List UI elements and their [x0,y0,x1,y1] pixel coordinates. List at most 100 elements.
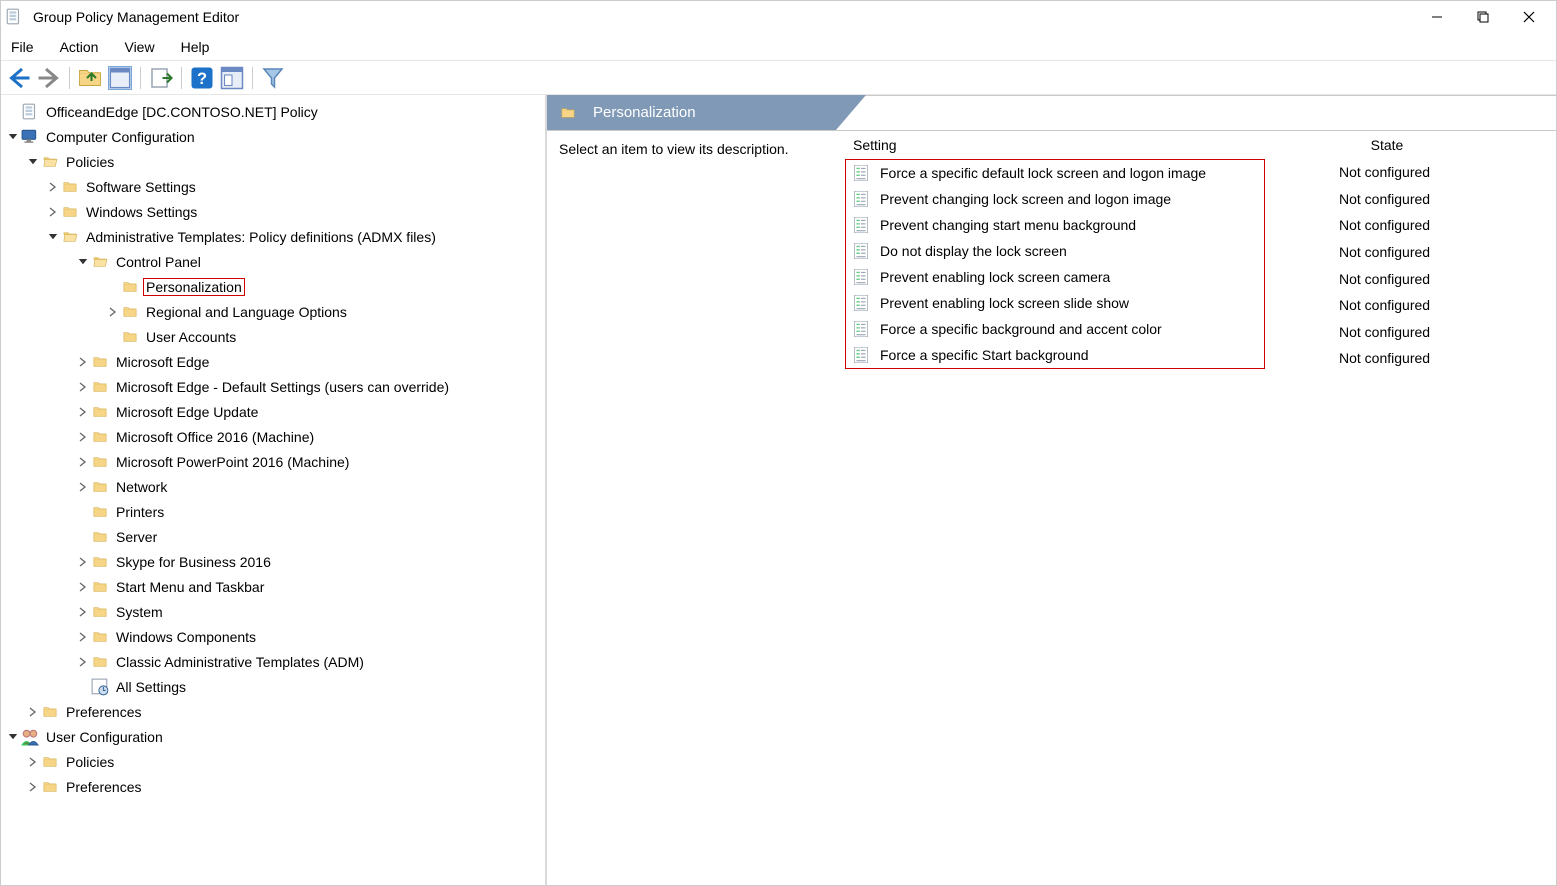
tree-server[interactable]: Server [1,524,545,549]
filter-button[interactable] [261,66,285,90]
tree-all-settings[interactable]: All Settings [1,674,545,699]
show-hide-tree-button[interactable] [108,66,132,90]
folder-icon [91,403,109,421]
chevron-right-icon[interactable] [25,754,41,770]
close-button[interactable] [1506,1,1552,33]
tree-printers[interactable]: Printers [1,499,545,524]
chevron-right-icon[interactable] [75,479,91,495]
chevron-right-icon[interactable] [25,704,41,720]
tree-label: Preferences [63,778,144,796]
tree-classic-adm[interactable]: Classic Administrative Templates (ADM) [1,649,545,674]
chevron-down-icon[interactable] [75,254,91,270]
chevron-down-icon[interactable] [45,229,61,245]
tree-root[interactable]: OfficeandEdge [DC.CONTOSO.NET] Policy [1,99,545,124]
app-icon [5,8,23,26]
setting-name: Prevent enabling lock screen slide show [880,295,1258,311]
column-state[interactable]: State [1327,137,1447,153]
chevron-right-icon[interactable] [75,629,91,645]
tree-software-settings[interactable]: Software Settings [1,174,545,199]
up-button[interactable] [78,66,102,90]
setting-row[interactable]: Force a specific default lock screen and… [846,160,1264,186]
details-header: Personalization [547,95,1556,131]
setting-row[interactable]: Prevent changing start menu background [846,212,1264,238]
tree-edge[interactable]: Microsoft Edge [1,349,545,374]
details-title: Personalization [593,104,696,121]
chevron-right-icon[interactable] [75,604,91,620]
window-button[interactable] [220,66,244,90]
chevron-right-icon[interactable] [75,654,91,670]
policy-icon [852,294,870,312]
chevron-right-icon[interactable] [75,454,91,470]
setting-name: Do not display the lock screen [880,243,1258,259]
tree-network[interactable]: Network [1,474,545,499]
chevron-right-icon[interactable] [75,354,91,370]
tree-ppt-2016[interactable]: Microsoft PowerPoint 2016 (Machine) [1,449,545,474]
tree-skype[interactable]: Skype for Business 2016 [1,549,545,574]
tree-policies[interactable]: Policies [1,149,545,174]
tree-user-policies[interactable]: Policies [1,749,545,774]
tree-preferences[interactable]: Preferences [1,699,545,724]
tree-regional[interactable]: Regional and Language Options [1,299,545,324]
tree-computer-config[interactable]: Computer Configuration [1,124,545,149]
policy-icon [852,268,870,286]
tree-windows-settings[interactable]: Windows Settings [1,199,545,224]
tree-system[interactable]: System [1,599,545,624]
tree-label: System [113,603,166,621]
minimize-button[interactable] [1414,1,1460,33]
tree-label: OfficeandEdge [DC.CONTOSO.NET] Policy [43,103,321,121]
chevron-right-icon[interactable] [105,304,121,320]
export-list-button[interactable] [149,66,173,90]
chevron-right-icon[interactable] [75,404,91,420]
help-button[interactable] [190,66,214,90]
setting-row[interactable]: Force a specific background and accent c… [846,316,1264,342]
tree-control-panel[interactable]: Control Panel [1,249,545,274]
toolbar [1,61,1556,95]
list-header: Setting State [841,131,1556,159]
chevron-down-icon[interactable] [5,129,21,145]
setting-row[interactable]: Prevent changing lock screen and logon i… [846,186,1264,212]
chevron-right-icon[interactable] [45,204,61,220]
setting-row[interactable]: Do not display the lock screen [846,238,1264,264]
maximize-button[interactable] [1460,1,1506,33]
tree-admin-templates[interactable]: Administrative Templates: Policy definit… [1,224,545,249]
chevron-right-icon[interactable] [75,579,91,595]
setting-state: Not configured [1333,186,1556,213]
setting-row[interactable]: Prevent enabling lock screen camera [846,264,1264,290]
tree-user-config[interactable]: User Configuration [1,724,545,749]
tree-personalization[interactable]: Personalization [1,274,545,299]
chevron-right-icon[interactable] [75,379,91,395]
setting-row[interactable]: Prevent enabling lock screen slide show [846,290,1264,316]
tree-edge-default[interactable]: Microsoft Edge - Default Settings (users… [1,374,545,399]
tree-label: Printers [113,503,167,521]
menu-view[interactable]: View [120,37,158,57]
back-button[interactable] [7,66,31,90]
tree-edge-update[interactable]: Microsoft Edge Update [1,399,545,424]
setting-name: Prevent enabling lock screen camera [880,269,1258,285]
navigation-tree[interactable]: OfficeandEdge [DC.CONTOSO.NET] Policy Co… [1,95,547,885]
folder-icon [91,378,109,396]
forward-button[interactable] [37,66,61,90]
chevron-right-icon[interactable] [75,429,91,445]
chevron-right-icon[interactable] [25,779,41,795]
policy-icon [852,320,870,338]
folder-icon [91,553,109,571]
tree-label: Windows Components [113,628,259,646]
menu-action[interactable]: Action [56,37,103,57]
tree-office-2016[interactable]: Microsoft Office 2016 (Machine) [1,424,545,449]
column-setting[interactable]: Setting [847,137,1327,153]
tree-user-prefs[interactable]: Preferences [1,774,545,799]
tree-label: Start Menu and Taskbar [113,578,267,596]
menu-help[interactable]: Help [177,37,214,57]
chevron-down-icon[interactable] [25,154,41,170]
tree-windows-components[interactable]: Windows Components [1,624,545,649]
chevron-right-icon[interactable] [45,179,61,195]
tree-label: Microsoft Edge [113,353,212,371]
folder-open-icon [91,253,109,271]
tree-user-accounts[interactable]: User Accounts [1,324,545,349]
user-icon [21,728,39,746]
setting-row[interactable]: Force a specific Start background [846,342,1264,368]
tree-start-menu[interactable]: Start Menu and Taskbar [1,574,545,599]
chevron-right-icon[interactable] [75,554,91,570]
chevron-down-icon[interactable] [5,729,21,745]
menu-file[interactable]: File [7,37,38,57]
